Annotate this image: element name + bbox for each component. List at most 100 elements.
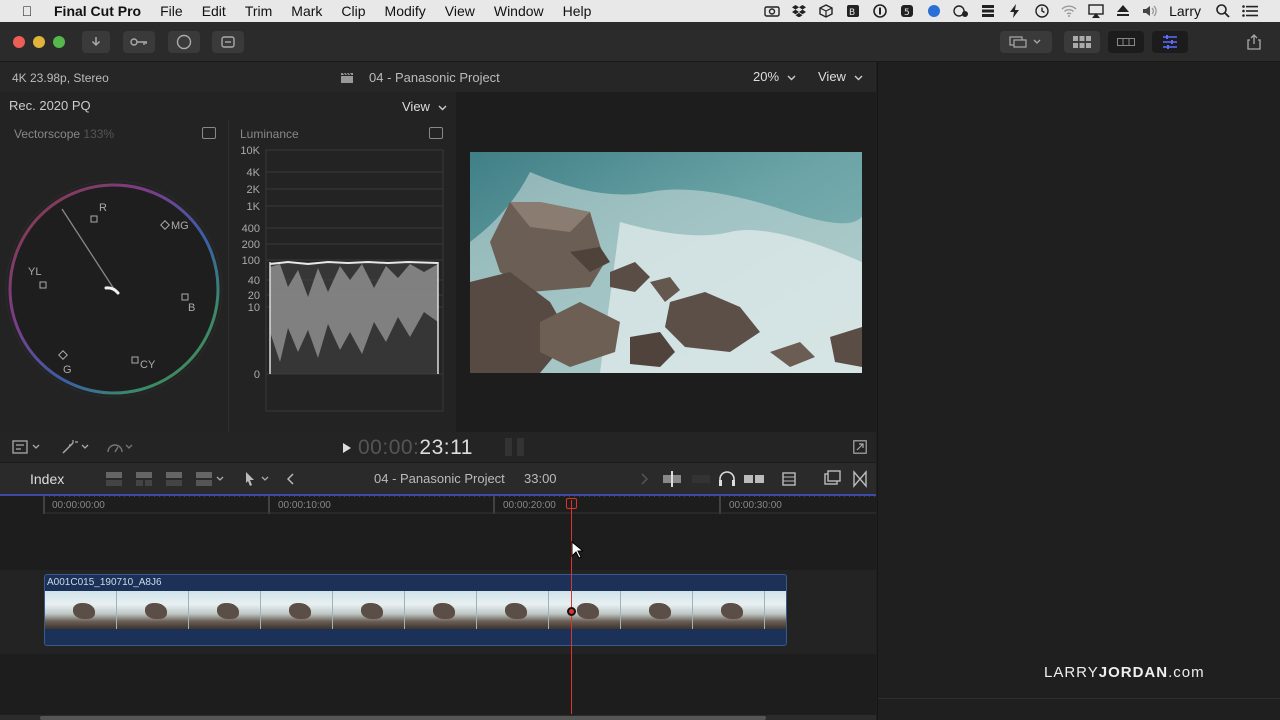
inspector-toggle-button[interactable] [1152,31,1188,53]
timeline-project-name: 04 - Panasonic Project [374,471,505,486]
timeline-back-button[interactable] [286,472,295,490]
timeline-index-button[interactable]: Index [30,471,64,487]
inspector-panel [877,62,1280,720]
box-icon[interactable] [818,4,834,18]
insert-clip-icon[interactable] [136,472,152,486]
expand-icon [853,440,867,454]
workspace-layout-button[interactable] [1000,31,1052,53]
timeline-ruler[interactable]: 00:00:00:00 00:00:10:00 00:00:20:00 00:0… [0,496,876,514]
lum-scale-100: 100 [242,255,260,267]
browser-toggle-button[interactable] [1064,31,1100,53]
enhancements-menu[interactable] [61,439,91,460]
viewer-view-menu[interactable]: View [818,69,863,84]
notification-center-icon[interactable] [1242,4,1258,18]
viewer-controls: 00:00:23:11 [0,432,876,462]
timecode-seconds-frames: 23:11 [419,436,473,459]
lum-scale-20: 20 [248,290,260,302]
skimming-icon[interactable] [663,471,681,487]
menu-file[interactable]: File [160,3,183,19]
menu-clip[interactable]: Clip [341,3,365,19]
timeline-scroll-thumb[interactable] [40,716,766,720]
audio-skimming-icon[interactable] [692,475,710,483]
menu-modify[interactable]: Modify [385,3,426,19]
network-icon[interactable] [953,4,969,18]
viewer-display-options-button[interactable] [12,440,42,459]
watermark-part1: LARRY [1044,664,1099,681]
apple-icon[interactable]:  [18,3,36,19]
volume-icon[interactable] [1142,4,1158,18]
time-machine-icon[interactable] [1034,4,1050,18]
menu-help[interactable]: Help [563,3,592,19]
wifi-icon[interactable] [1061,4,1077,18]
target-label-cy: CY [140,359,156,371]
keywords-button[interactable] [123,31,155,53]
timeline-right-controls [662,470,872,493]
minimize-window-button[interactable] [33,36,45,48]
clip-thumbnail [549,591,621,629]
append-clip-icon[interactable] [166,472,182,486]
edit-buttons [104,469,234,494]
five-icon[interactable]: 5 [899,4,915,18]
onepassword-icon[interactable] [872,4,888,18]
timeline-toggle-button[interactable] [1108,31,1144,53]
menu-view[interactable]: View [445,3,475,19]
snapping-icon[interactable] [744,471,764,487]
blue-circle-icon[interactable] [926,4,942,18]
user-name[interactable]: Larry [1169,3,1201,19]
video-viewer[interactable] [456,92,876,432]
timeline-icon [1117,38,1135,46]
target-label-mg: MG [171,220,189,232]
svg-text:B: B [849,8,855,18]
timecode-hours-minutes: 00:00: [358,436,420,459]
chevron-down-icon [854,75,863,81]
lum-scale-10: 10 [248,302,260,314]
status-area: B 5 Larry [764,0,1280,22]
playhead-handle[interactable] [566,498,577,509]
connect-clip-icon[interactable] [106,472,122,486]
transitions-browser-icon[interactable] [853,470,867,488]
headphones-icon[interactable] [719,471,735,486]
stack-icon[interactable] [980,4,996,18]
chevron-left-icon [286,473,294,485]
viewer-project-name: 04 - Panasonic Project [369,70,500,85]
overwrite-clip-icon[interactable] [196,472,224,486]
clip-thumbnail [117,591,189,629]
play-button[interactable] [342,441,352,459]
zoom-menu[interactable]: 20% [753,69,796,84]
retime-menu[interactable] [106,439,136,460]
viewer-header: 4K 23.98p, Stereo 04 - Panasonic Project… [0,62,876,92]
audio-meter-mini[interactable] [504,437,526,462]
frame-icon [12,440,40,454]
timeline-area[interactable]: 00:00:00:00 00:00:10:00 00:00:20:00 00:0… [0,496,876,720]
menu-mark[interactable]: Mark [291,3,322,19]
background-tasks-button[interactable] [168,31,200,53]
camera-icon[interactable] [764,4,780,18]
bartender-icon[interactable]: B [845,4,861,18]
eject-icon[interactable] [1115,4,1131,18]
lum-scale-400: 400 [242,223,260,235]
clip-appearance-icon[interactable] [782,472,796,486]
zoom-window-button[interactable] [53,36,65,48]
share-button[interactable] [1240,31,1268,53]
airplay-icon[interactable] [1088,4,1104,18]
menu-window[interactable]: Window [494,3,544,19]
timecode-display[interactable]: 00:00:23:11 [358,436,473,460]
video-clip[interactable]: A001C015_190710_A8J6 [44,574,787,646]
effects-browser-icon[interactable] [824,470,841,485]
tool-selector[interactable] [244,471,272,492]
timeline-forward-button[interactable] [640,472,649,490]
clip-thumbnail [693,591,765,629]
fullscreen-button[interactable] [853,440,867,459]
clapper-icon [341,72,353,83]
bolt-icon[interactable] [1007,4,1023,18]
close-window-button[interactable] [13,36,25,48]
menu-trim[interactable]: Trim [245,3,272,19]
clip-thumbnail [45,591,117,629]
spotlight-search-icon[interactable] [1215,4,1231,18]
import-button[interactable] [82,31,110,53]
menu-edit[interactable]: Edit [202,3,226,19]
svg-text:5: 5 [904,8,910,18]
share-options-button[interactable] [212,31,244,53]
dropbox-icon[interactable] [791,4,807,18]
menu-app-name[interactable]: Final Cut Pro [54,3,141,19]
